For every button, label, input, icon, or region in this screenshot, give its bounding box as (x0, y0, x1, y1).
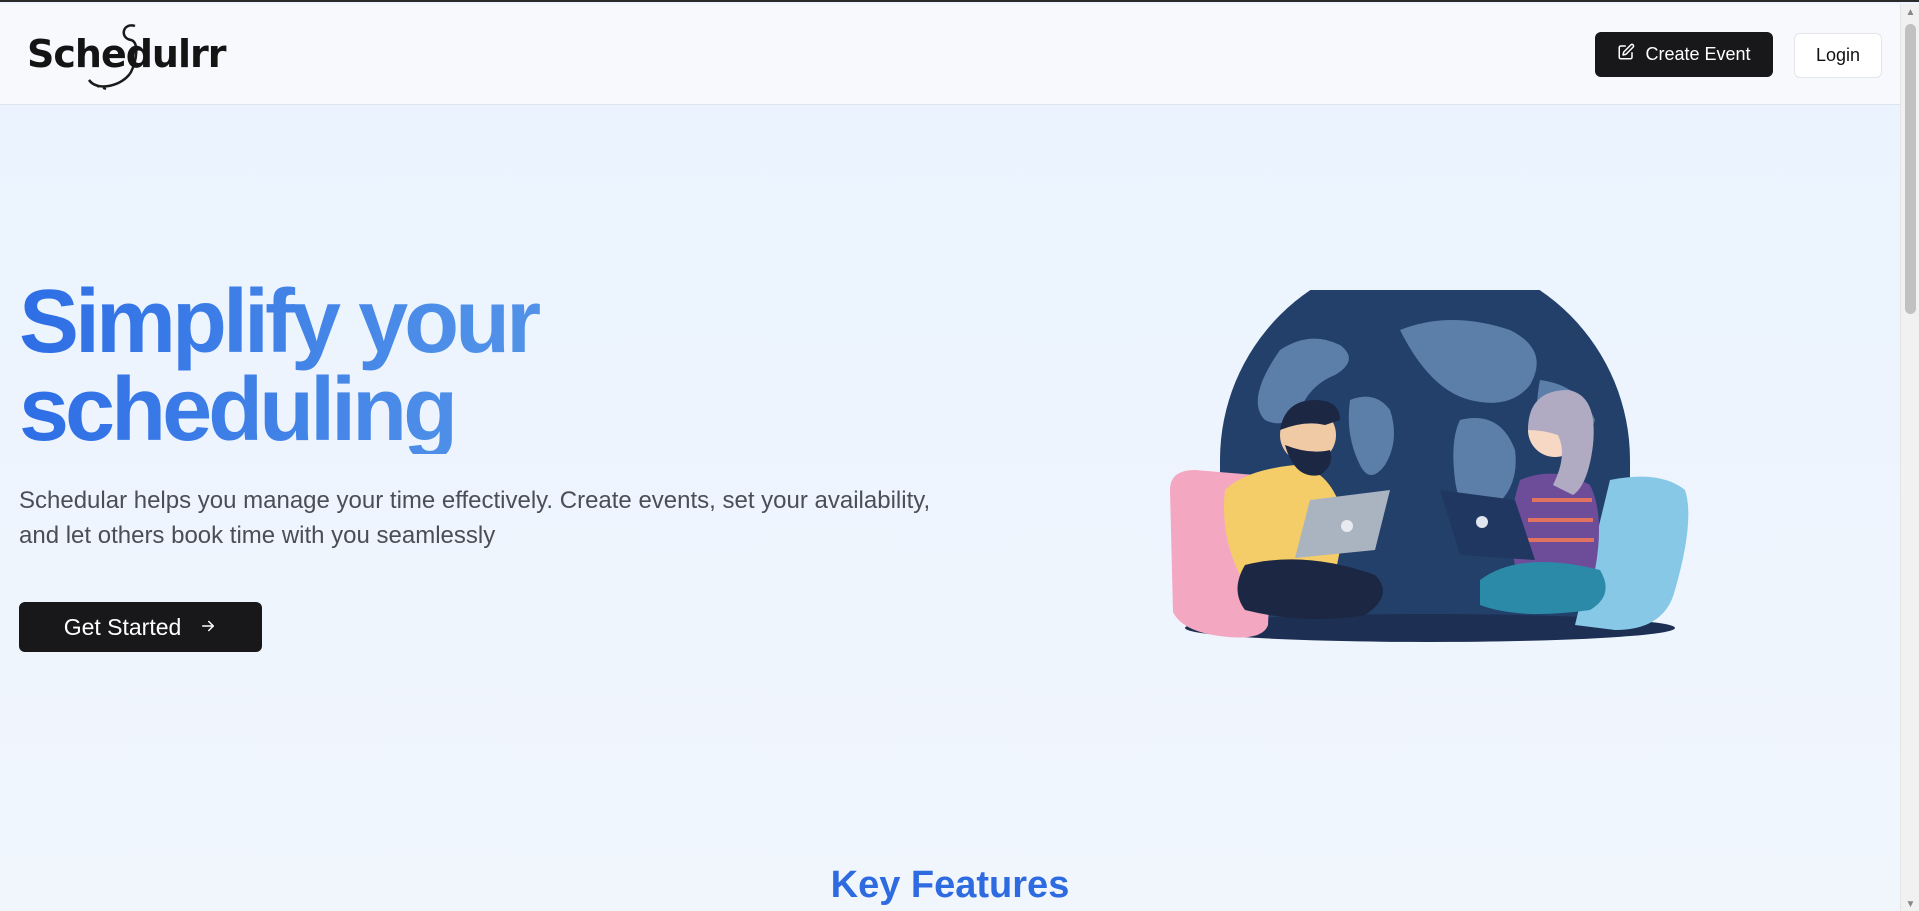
scrollbar-thumb[interactable] (1905, 24, 1916, 314)
login-button[interactable]: Login (1794, 33, 1882, 78)
create-event-button[interactable]: Create Event (1595, 32, 1773, 77)
hero-subtitle: Schedular helps you manage your time eff… (19, 487, 931, 549)
get-started-button[interactable]: Get Started (19, 602, 262, 652)
hero-illustration (1170, 290, 1689, 642)
scroll-down-arrow-icon[interactable]: ▼ (1901, 896, 1919, 911)
login-label: Login (1815, 45, 1861, 65)
hero-title-line1: Simplify your (19, 272, 538, 372)
site-header: Schedulrr Create Event Login (0, 4, 1900, 105)
get-started-label: Get Started (63, 613, 182, 640)
arrow-right-icon (199, 614, 217, 641)
page: Schedulrr Create Event Login Simplify yo… (0, 4, 1900, 911)
hero-title-line2: scheduling (19, 360, 455, 460)
scroll-up-arrow-icon[interactable]: ▲ (1901, 4, 1919, 21)
vertical-scrollbar[interactable]: ▲ ▼ (1900, 4, 1919, 911)
hero-title: Simplify your scheduling (19, 278, 719, 454)
logo-text: Schedulrr (27, 32, 226, 76)
key-features-heading: Key Features (830, 864, 1070, 906)
create-event-label: Create Event (1645, 44, 1751, 64)
logo[interactable]: Schedulrr (27, 20, 226, 94)
edit-square-icon (1617, 43, 1635, 66)
